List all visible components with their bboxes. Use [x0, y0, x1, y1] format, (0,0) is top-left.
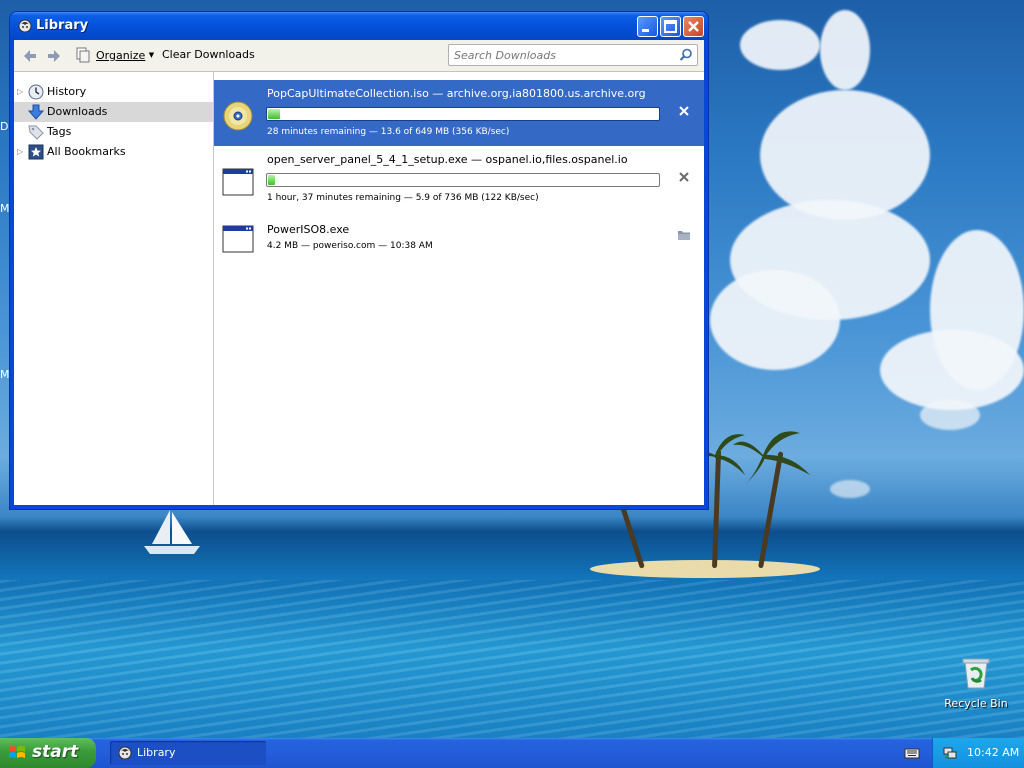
start-button[interactable]: start [0, 738, 96, 768]
back-button[interactable] [22, 48, 38, 64]
cloud [830, 480, 870, 498]
island [590, 560, 820, 578]
keyboard-icon[interactable] [904, 746, 920, 760]
download-filename: PopCapUltimateCollection.iso — archive.o… [267, 87, 646, 100]
recycle-bin[interactable]: Recycle Bin [944, 656, 1008, 710]
cancel-x-icon [679, 172, 689, 182]
cloud [920, 400, 980, 430]
exe-window-icon [222, 168, 254, 196]
sidebar-item-tags[interactable]: Tags [14, 122, 213, 142]
cloud [740, 20, 820, 70]
download-item[interactable]: PowerISO8.exe 4.2 MB — poweriso.com — 10… [214, 212, 704, 278]
cloud [820, 10, 870, 90]
search-input[interactable] [454, 48, 674, 62]
maximize-button[interactable] [660, 16, 681, 37]
sidebar-item-label: All Bookmarks [47, 145, 126, 158]
minimize-icon [642, 29, 649, 32]
sea-surface [0, 580, 1024, 738]
organize-label: Organize [96, 49, 146, 62]
sidebar-item-label: History [47, 85, 87, 98]
organize-icon [76, 47, 90, 63]
system-tray: 10:42 AM [932, 738, 1024, 768]
sidebar-item-history[interactable]: ▷ History [14, 82, 213, 102]
search-box[interactable] [448, 44, 698, 66]
start-label: start [32, 742, 79, 762]
sidebar-item-all-bookmarks[interactable]: ▷ All Bookmarks [14, 142, 213, 162]
back-arrow-icon [24, 50, 36, 62]
clock-icon [28, 84, 44, 100]
title-bar[interactable]: Library [10, 12, 708, 40]
sidebar-item-label: Downloads [47, 105, 108, 118]
dropdown-arrow-icon: ▼ [148, 51, 155, 59]
firefox-library-icon [118, 746, 132, 760]
expand-twisty-icon[interactable]: ▷ [17, 82, 25, 102]
expand-twisty-icon[interactable]: ▷ [17, 142, 25, 162]
recycle-bin-icon [962, 658, 990, 689]
close-icon [688, 21, 699, 32]
disc-icon [223, 101, 253, 131]
download-filename: PowerISO8.exe [267, 223, 350, 236]
network-icon[interactable] [943, 746, 957, 760]
sidebar-item-downloads[interactable]: Downloads [14, 102, 213, 122]
open-containing-folder-button[interactable] [676, 229, 692, 245]
desktop-icon-label-fragment: M [0, 202, 10, 215]
toolbar: Organize ▼ Clear Downloads [14, 40, 704, 72]
cloud [710, 270, 840, 370]
download-status: 4.2 MB — poweriso.com — 10:38 AM [267, 241, 433, 251]
clear-downloads-button[interactable]: Clear Downloads [160, 45, 257, 65]
minimize-button[interactable] [637, 16, 658, 37]
library-window: Library Organize ▼ Clear Downloads Searc… [10, 12, 708, 509]
tag-icon [28, 125, 44, 140]
taskbar-clock: 10:42 AM [967, 746, 1020, 759]
download-status: 1 hour, 37 minutes remaining — 5.9 of 73… [267, 193, 539, 203]
search-icon[interactable] [679, 48, 693, 62]
forward-arrow-icon [48, 50, 60, 62]
taskbar-item-library[interactable]: Library [110, 741, 266, 765]
forward-button[interactable] [46, 48, 62, 64]
download-progress-bar [266, 173, 660, 187]
cloud [880, 330, 1024, 410]
firefox-library-icon [18, 19, 32, 33]
download-item[interactable]: PopCapUltimateCollection.iso — archive.o… [214, 80, 704, 146]
cancel-x-icon [679, 106, 689, 116]
cancel-download-button[interactable] [676, 105, 692, 121]
download-item[interactable]: open_server_panel_5_4_1_setup.exe — ospa… [214, 146, 704, 212]
download-progress-bar [266, 107, 660, 121]
desktop-icon-label-fragment: D [0, 120, 9, 133]
organize-menu-button[interactable]: Organize ▼ [74, 45, 158, 65]
windows-logo-icon [9, 746, 25, 758]
window-client-area: Organize ▼ Clear Downloads ▷ History [14, 40, 704, 505]
download-progress-fill [268, 109, 281, 119]
library-sidebar: ▷ History Downloads Tags ▷ All Bookmarks [14, 72, 214, 505]
bookmark-star-icon [28, 144, 44, 160]
cancel-download-button[interactable] [676, 171, 692, 187]
recycle-bin-label: Recycle Bin [944, 697, 1008, 710]
exe-window-icon [222, 225, 254, 253]
download-arrow-icon [28, 104, 44, 120]
sailboat-icon [144, 510, 200, 554]
maximize-icon [664, 20, 677, 33]
taskbar: start Library 10:42 AM [0, 738, 1024, 768]
taskbar-item-label: Library [137, 746, 176, 759]
window-title: Library [36, 18, 89, 33]
download-status: 28 minutes remaining — 13.6 of 649 MB (3… [267, 127, 510, 137]
folder-icon [678, 231, 690, 240]
sidebar-item-label: Tags [47, 125, 72, 138]
download-progress-fill [268, 175, 276, 185]
download-filename: open_server_panel_5_4_1_setup.exe — ospa… [267, 153, 628, 166]
close-button[interactable] [683, 16, 704, 37]
desktop-icon-label-fragment: M [0, 368, 10, 381]
downloads-list: PopCapUltimateCollection.iso — archive.o… [214, 72, 704, 505]
